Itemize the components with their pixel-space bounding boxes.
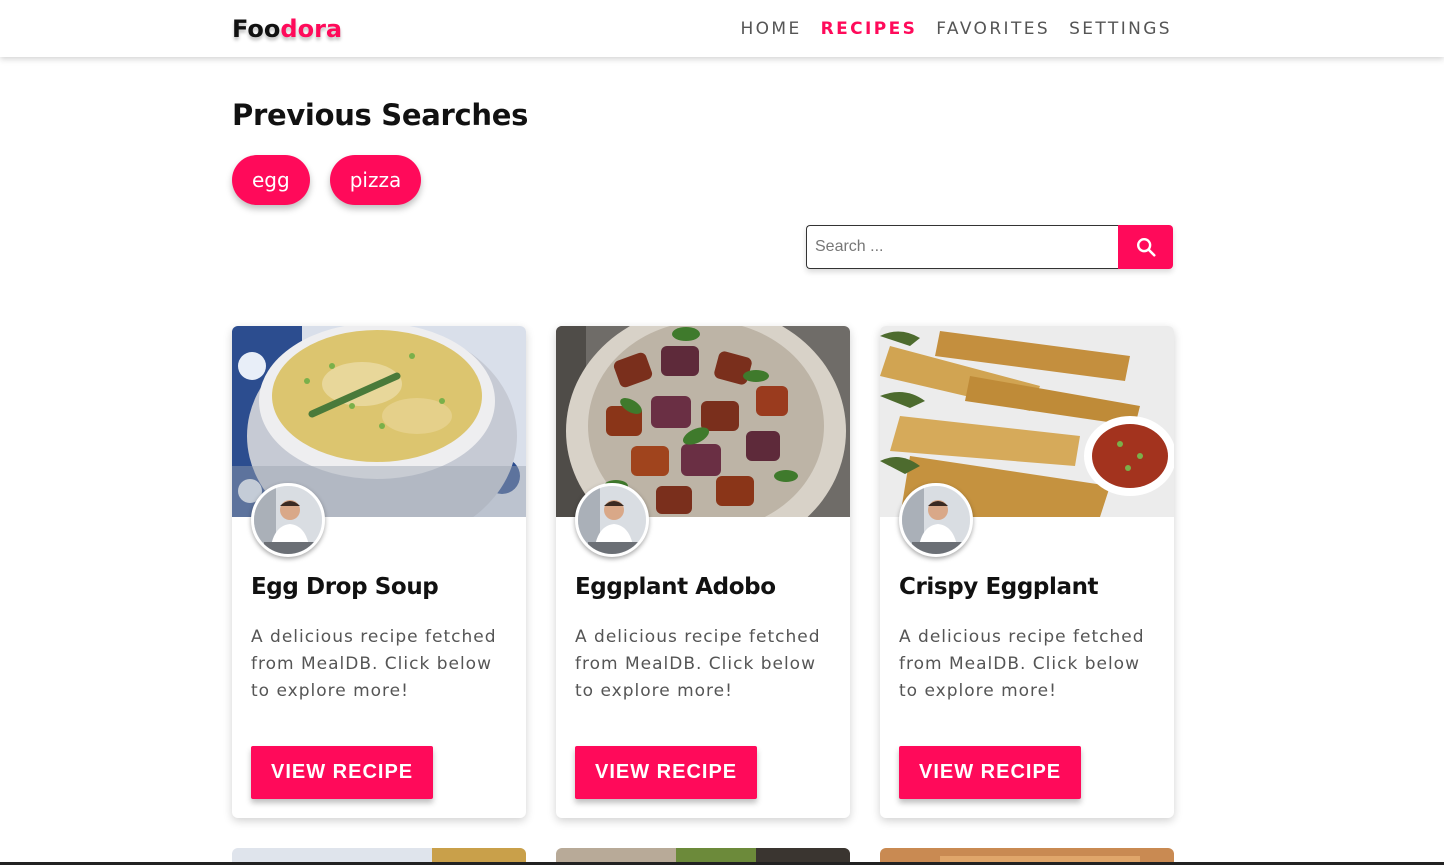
recipe-description: A delicious recipe fetched from MealDB. …	[575, 627, 821, 701]
view-recipe-button[interactable]: VIEW RECIPE	[575, 746, 758, 799]
recipe-description: A delicious recipe fetched from MealDB. …	[899, 627, 1145, 701]
search-icon	[1136, 238, 1156, 257]
recipe-title: Eggplant Adobo	[575, 574, 776, 600]
view-recipe-button[interactable]: VIEW RECIPE	[899, 746, 1082, 799]
nav-home[interactable]: HOME	[740, 19, 801, 39]
recipe-card: Egg Drop Soup A delicious recipe fetched…	[232, 326, 526, 818]
nav-links: HOME RECIPES FAVORITES SETTINGS	[740, 19, 1172, 39]
recipe-title: Egg Drop Soup	[251, 574, 439, 600]
chef-avatar	[899, 483, 973, 557]
view-recipe-button[interactable]: VIEW RECIPE	[251, 746, 434, 799]
nav-settings[interactable]: SETTINGS	[1069, 19, 1172, 39]
search-bar	[806, 225, 1173, 269]
recipe-description: A delicious recipe fetched from MealDB. …	[251, 627, 497, 701]
brand-part-2: dora	[280, 14, 343, 43]
recipe-cards: Egg Drop Soup A delicious recipe fetched…	[232, 326, 1174, 818]
navbar: Foodora HOME RECIPES FAVORITES SETTINGS	[0, 0, 1444, 57]
search-button[interactable]	[1118, 225, 1173, 269]
recipe-title: Crispy Eggplant	[899, 574, 1099, 600]
search-chip-pizza[interactable]: pizza	[329, 155, 422, 205]
chef-avatar	[251, 483, 325, 557]
recipe-card: Eggplant Adobo A delicious recipe fetche…	[556, 326, 850, 818]
previous-searches-title: Previous Searches	[232, 98, 529, 132]
search-chip-egg[interactable]: egg	[232, 155, 310, 205]
recipe-card: Crispy Eggplant A delicious recipe fetch…	[880, 326, 1174, 818]
previous-search-chips: egg pizza	[232, 155, 422, 205]
search-input[interactable]	[806, 225, 1118, 269]
brand-logo[interactable]: Foodora	[232, 15, 342, 43]
nav-favorites[interactable]: FAVORITES	[936, 19, 1050, 39]
chef-avatar	[575, 483, 649, 557]
nav-recipes[interactable]: RECIPES	[821, 19, 918, 39]
brand-part-1: Foo	[232, 14, 281, 43]
